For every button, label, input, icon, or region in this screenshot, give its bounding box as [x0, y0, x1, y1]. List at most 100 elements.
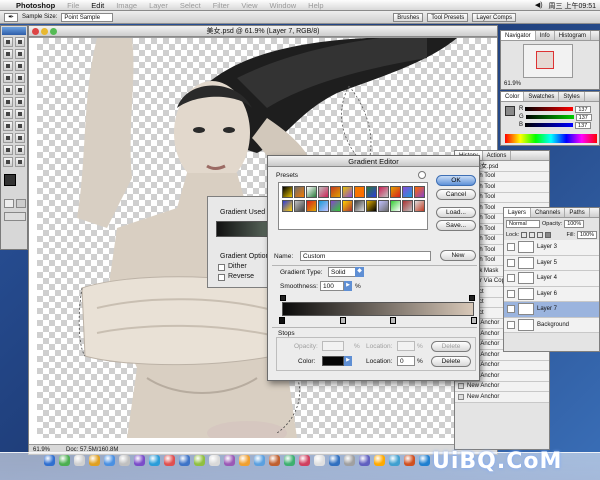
quick-mask-icon[interactable] — [16, 199, 26, 208]
pen-tool-icon[interactable] — [3, 133, 13, 143]
slice-tool-icon[interactable] — [15, 61, 25, 71]
channel-g-value[interactable]: 137 — [575, 113, 592, 121]
crop-tool-icon[interactable] — [3, 61, 13, 71]
gradient-preset-swatch[interactable] — [318, 186, 329, 198]
layer-visibility-eye-icon[interactable] — [507, 305, 515, 314]
gradient-preset-swatch[interactable] — [378, 200, 389, 212]
stop-opacity-location-field[interactable] — [397, 341, 415, 351]
layer-fill-field[interactable]: 100% — [577, 230, 597, 239]
dither-checkbox[interactable] — [218, 264, 225, 271]
move-tool-icon[interactable] — [15, 37, 25, 47]
layer-opacity-field[interactable]: 100% — [564, 219, 585, 228]
window-close-icon[interactable] — [32, 28, 39, 35]
blur-tool-icon[interactable] — [3, 109, 13, 119]
app-menu[interactable]: Photoshop — [16, 1, 55, 10]
gradient-preset-swatch[interactable] — [366, 186, 377, 198]
color-stop[interactable] — [279, 317, 285, 324]
hand-tool-icon[interactable] — [3, 157, 13, 167]
dock-app-icon[interactable] — [254, 455, 265, 466]
color-stop[interactable] — [340, 317, 347, 324]
well-tab-brushes[interactable]: Brushes — [393, 12, 424, 22]
opacity-stop-left[interactable] — [280, 295, 286, 301]
dodge-tool-icon[interactable] — [15, 109, 25, 119]
gradient-ramp[interactable] — [282, 302, 474, 316]
navigator-thumbnail[interactable] — [523, 44, 573, 78]
gradient-preset-swatch[interactable] — [354, 186, 365, 198]
notes-tool-icon[interactable] — [3, 145, 13, 155]
tab-actions[interactable]: Actions — [483, 151, 512, 160]
history-brush-tool-icon[interactable] — [15, 85, 25, 95]
menu-filter[interactable]: Filter — [213, 1, 230, 10]
standard-mode-icon[interactable] — [4, 199, 14, 208]
smoothness-field[interactable]: 100 — [320, 281, 344, 291]
gradient-name-field[interactable]: Custom — [300, 251, 431, 261]
gradient-preset-swatch[interactable] — [330, 186, 341, 198]
menu-image[interactable]: Image — [116, 1, 137, 10]
gradient-preset-swatch[interactable] — [378, 186, 389, 198]
color-stop[interactable] — [390, 317, 397, 324]
dock-app-icon[interactable] — [314, 455, 325, 466]
slider-b[interactable] — [525, 123, 574, 127]
dock-app-icon[interactable] — [344, 455, 355, 466]
layer-visibility-eye-icon[interactable] — [507, 320, 515, 329]
gradient-preset-swatch[interactable] — [330, 200, 341, 212]
channel-r-value[interactable]: 137 — [575, 105, 592, 113]
well-tab-tool-presets[interactable]: Tool Presets — [427, 12, 469, 22]
layer-row[interactable]: Layer 3 — [504, 240, 599, 256]
history-item[interactable]: New Anchor — [455, 392, 549, 403]
stop-color-arrow-icon[interactable]: ▶ — [344, 356, 352, 366]
tab-histogram[interactable]: Histogram — [555, 31, 592, 40]
cancel-button[interactable]: Cancel — [436, 189, 476, 200]
dock-app-icon[interactable] — [269, 455, 280, 466]
menu-view[interactable]: View — [241, 1, 257, 10]
tab-color[interactable]: Color — [501, 92, 525, 101]
healing-tool-icon[interactable] — [3, 73, 13, 83]
marquee-tool-icon[interactable] — [3, 37, 13, 47]
tab-paths[interactable]: Paths — [565, 208, 590, 217]
document-title[interactable]: 美女.psd @ 61.9% (Layer 7, RGB/8) — [29, 26, 497, 37]
menu-edit[interactable]: Edit — [91, 1, 104, 10]
stamp-tool-icon[interactable] — [3, 85, 13, 95]
history-item[interactable]: New Anchor — [455, 381, 549, 392]
color-stop[interactable] — [471, 317, 477, 324]
slider-g[interactable] — [525, 115, 574, 119]
layer-row[interactable]: Layer 7 — [504, 302, 599, 318]
window-minimize-icon[interactable] — [41, 28, 48, 35]
window-zoom-icon[interactable] — [50, 28, 57, 35]
gradient-tool-icon[interactable] — [15, 97, 25, 107]
color-fg-swatch[interactable] — [505, 106, 515, 116]
gradient-preset-swatch[interactable] — [414, 186, 425, 198]
gradient-preset-swatch[interactable] — [342, 186, 353, 198]
menu-file[interactable]: File — [67, 1, 79, 10]
tab-layers[interactable]: Layers — [504, 208, 532, 217]
menu-help[interactable]: Help — [308, 1, 323, 10]
layer-row[interactable]: Layer 6 — [504, 286, 599, 302]
presets-menu-icon[interactable] — [418, 171, 426, 179]
layer-row[interactable]: Layer 4 — [504, 271, 599, 287]
dock-app-icon[interactable] — [59, 455, 70, 466]
color-ramp[interactable] — [505, 134, 597, 143]
well-tab-layer-comps[interactable]: Layer Comps — [472, 12, 516, 22]
lock-pixels-icon[interactable] — [529, 231, 536, 238]
shape-tool-icon[interactable] — [15, 133, 25, 143]
gradient-preset-swatch[interactable] — [402, 200, 413, 212]
dock-app-icon[interactable] — [359, 455, 370, 466]
dock-app-icon[interactable] — [179, 455, 190, 466]
dock-app-icon[interactable] — [104, 455, 115, 466]
path-select-tool-icon[interactable] — [3, 121, 13, 131]
menu-window[interactable]: Window — [269, 1, 296, 10]
foreground-color-swatch[interactable] — [4, 174, 16, 186]
brush-tool-icon[interactable] — [15, 73, 25, 83]
reverse-checkbox[interactable] — [218, 274, 225, 281]
volume-icon[interactable]: ◀) — [535, 1, 543, 11]
layer-visibility-eye-icon[interactable] — [507, 243, 515, 252]
gradient-preset-swatch[interactable] — [306, 186, 317, 198]
dock-app-icon[interactable] — [89, 455, 100, 466]
gradient-preset-swatch[interactable] — [390, 186, 401, 198]
channel-b-value[interactable]: 137 — [575, 121, 592, 129]
lock-transparency-icon[interactable] — [521, 231, 528, 238]
stop-color-well[interactable] — [322, 356, 344, 366]
tab-info[interactable]: Info — [536, 31, 555, 40]
dock-app-icon[interactable] — [389, 455, 400, 466]
delete-opacity-stop-button[interactable]: Delete — [431, 341, 471, 352]
